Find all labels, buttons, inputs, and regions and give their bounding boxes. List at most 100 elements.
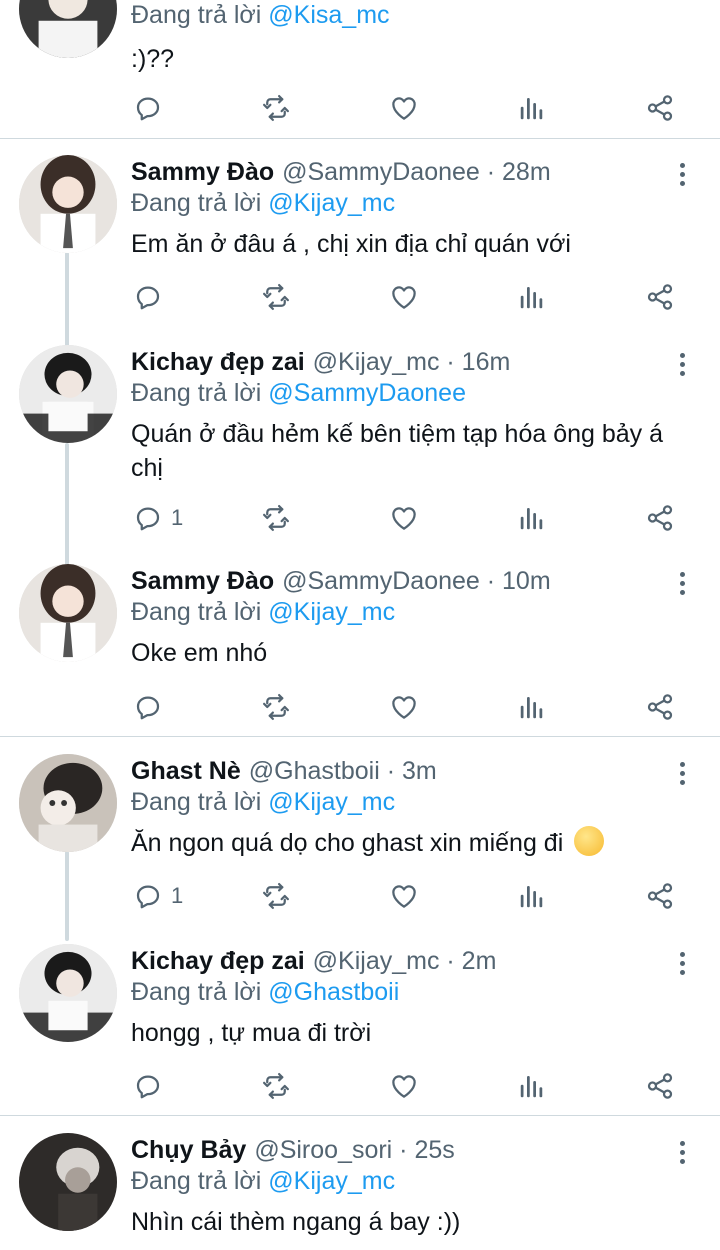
mention-link[interactable]: @Kijay_mc xyxy=(268,1167,395,1195)
reply-prefix: Đang trả lời xyxy=(131,379,262,407)
replying-to: Đang trả lời @Kisa_mc xyxy=(131,0,390,32)
tweet-actions: 1 xyxy=(0,876,720,916)
retweet-button[interactable] xyxy=(261,1066,291,1106)
retweet-icon xyxy=(261,503,291,533)
share-icon xyxy=(645,881,675,911)
retweet-icon xyxy=(261,1071,291,1101)
tweet-header: Kichay đẹp zai @Kijay_mc · 16m xyxy=(131,345,510,379)
reply-prefix: Đang trả lời xyxy=(131,598,262,626)
share-icon xyxy=(645,282,675,312)
tweet-actions xyxy=(0,277,720,317)
retweet-button[interactable] xyxy=(261,88,291,128)
like-button[interactable] xyxy=(389,687,419,727)
replying-to: Đang trả lời @Kijay_mc xyxy=(131,785,395,819)
analytics-button[interactable] xyxy=(517,498,547,538)
share-button[interactable] xyxy=(645,687,675,727)
tweet-header: Ghast Nè @Ghastboii · 3m xyxy=(131,754,437,788)
retweet-icon xyxy=(261,93,291,123)
user-handle[interactable]: @Kijay_mc · 16m xyxy=(313,348,511,376)
display-name[interactable]: Sammy Đào xyxy=(131,567,274,595)
mention-link[interactable]: @Ghastboii xyxy=(268,978,399,1006)
mention-link[interactable]: @Kijay_mc xyxy=(268,788,395,816)
more-icon[interactable] xyxy=(676,952,688,978)
avatar[interactable] xyxy=(19,1133,117,1231)
mention-link[interactable]: @Kijay_mc xyxy=(268,598,395,626)
more-icon[interactable] xyxy=(676,1141,688,1167)
reply-button[interactable] xyxy=(133,277,171,317)
like-button[interactable] xyxy=(389,876,419,916)
avatar[interactable] xyxy=(19,345,117,443)
display-name[interactable]: Kichay đẹp zai xyxy=(131,348,305,376)
like-button[interactable] xyxy=(389,277,419,317)
like-button[interactable] xyxy=(389,498,419,538)
replying-to: Đang trả lời @Kijay_mc xyxy=(131,595,395,629)
display-name[interactable]: Sammy Đào xyxy=(131,158,274,186)
reply-button[interactable] xyxy=(133,1066,171,1106)
tweet-header: Chụy Bảy @Siroo_sori · 25s xyxy=(131,1133,455,1167)
retweet-button[interactable] xyxy=(261,876,291,916)
tweet-text: Em ăn ở đâu á , chị xin địa chỉ quán với xyxy=(131,230,571,258)
reply-icon xyxy=(133,1071,163,1101)
reply-button[interactable] xyxy=(133,88,171,128)
share-button[interactable] xyxy=(645,88,675,128)
avatar[interactable] xyxy=(19,564,117,662)
display-name[interactable]: Kichay đẹp zai xyxy=(131,947,305,975)
reply-button[interactable] xyxy=(133,687,171,727)
reply-prefix: Đang trả lời xyxy=(131,189,262,217)
reply-icon xyxy=(133,93,163,123)
share-button[interactable] xyxy=(645,277,675,317)
tweet-actions xyxy=(0,88,720,128)
reply-button[interactable]: 1 xyxy=(133,498,183,538)
more-icon[interactable] xyxy=(676,762,688,788)
retweet-button[interactable] xyxy=(261,498,291,538)
reply-icon xyxy=(133,503,163,533)
tweet-text: Oke em nhó xyxy=(131,639,268,667)
display-name[interactable]: Ghast Nè xyxy=(131,757,241,785)
analytics-button[interactable] xyxy=(517,876,547,916)
reply-button[interactable]: 1 xyxy=(133,876,183,916)
analytics-button[interactable] xyxy=(517,277,547,317)
analytics-button[interactable] xyxy=(517,88,547,128)
retweet-icon xyxy=(261,881,291,911)
retweet-button[interactable] xyxy=(261,277,291,317)
share-button[interactable] xyxy=(645,1066,675,1106)
user-handle[interactable]: @SammyDaonee · 28m xyxy=(282,158,551,186)
reply-icon xyxy=(133,282,163,312)
reply-icon xyxy=(133,692,163,722)
divider xyxy=(0,1115,720,1116)
more-icon[interactable] xyxy=(676,353,688,379)
analytics-button[interactable] xyxy=(517,687,547,727)
mention-link[interactable]: @Kijay_mc xyxy=(268,189,395,217)
analytics-button[interactable] xyxy=(517,1066,547,1106)
mention-link[interactable]: @Kisa_mc xyxy=(268,1,389,29)
more-icon[interactable] xyxy=(676,572,688,598)
share-button[interactable] xyxy=(645,498,675,538)
retweet-button[interactable] xyxy=(261,687,291,727)
tweet-header: Sammy Đào @SammyDaonee · 10m xyxy=(131,564,551,598)
user-handle[interactable]: @Ghastboii · 3m xyxy=(249,757,437,785)
user-handle[interactable]: @Kijay_mc · 2m xyxy=(313,947,497,975)
mention-link[interactable]: @SammyDaonee xyxy=(268,379,466,407)
reply-prefix: Đang trả lời xyxy=(131,788,262,816)
user-handle[interactable]: @Siroo_sori · 25s xyxy=(254,1136,454,1164)
reply-prefix: Đang trả lời xyxy=(131,1167,262,1195)
avatar[interactable] xyxy=(19,155,117,253)
analytics-icon xyxy=(517,282,547,312)
avatar[interactable] xyxy=(19,944,117,1042)
share-icon xyxy=(645,93,675,123)
tweet-text: Nhìn cái thèm ngang á bay :)) xyxy=(131,1208,461,1236)
share-button[interactable] xyxy=(645,876,675,916)
replying-to: Đang trả lời @Kijay_mc xyxy=(131,1164,395,1198)
reply-prefix: Đang trả lời xyxy=(131,978,262,1006)
avatar[interactable] xyxy=(19,0,117,58)
avatar[interactable] xyxy=(19,754,117,852)
reply-icon xyxy=(133,881,163,911)
like-button[interactable] xyxy=(389,1066,419,1106)
more-icon[interactable] xyxy=(676,163,688,189)
like-button[interactable] xyxy=(389,88,419,128)
user-handle[interactable]: @SammyDaonee · 10m xyxy=(282,567,551,595)
reply-prefix: Đang trả lời xyxy=(131,1,262,29)
display-name[interactable]: Chụy Bảy xyxy=(131,1136,246,1164)
tweet-text: Ăn ngon quá dọ cho ghast xin miếng đi xyxy=(131,826,691,860)
like-icon xyxy=(389,503,419,533)
